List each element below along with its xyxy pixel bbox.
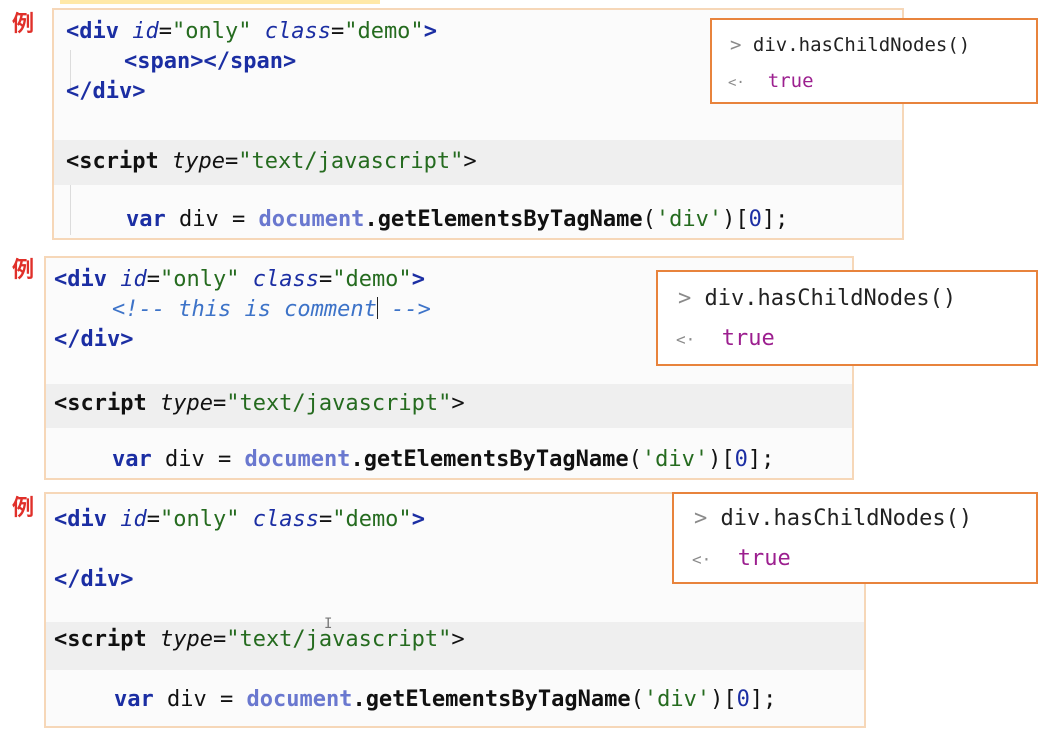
console-command: div.hasChildNodes() <box>720 506 973 531</box>
code-line-div-close: </div> <box>54 327 134 352</box>
console-input-prompt: > <box>730 34 742 56</box>
code-line-js: var div = document.getElementsByTagName(… <box>126 207 789 232</box>
console-command: div.hasChildNodes() <box>704 286 957 311</box>
code-line-script: <script type="text/javascript"> <box>66 149 477 174</box>
code-line-div-open: <div id="only" class="demo"> <box>54 507 425 532</box>
console-input-row: > div.hasChildNodes() <box>694 506 972 531</box>
console-output-prompt: <· <box>676 330 696 349</box>
text-cursor-icon: I <box>324 616 333 632</box>
console-command: div.hasChildNodes() <box>752 34 971 56</box>
console-box-3: > div.hasChildNodes() <· true <box>672 492 1038 584</box>
console-output-prompt: <· <box>692 550 712 569</box>
console-box-2: > div.hasChildNodes() <· true <box>656 270 1038 366</box>
code-line-js: var div = document.getElementsByTagName(… <box>114 687 777 712</box>
console-output-row: <· true <box>676 326 775 351</box>
console-input-prompt: > <box>694 506 708 531</box>
code-line-script: <script type="text/javascript"> <box>54 391 465 416</box>
indent-guide <box>70 185 71 235</box>
console-result: true <box>721 326 775 351</box>
console-output-row: <· true <box>692 546 791 571</box>
code-line-div-open: <div id="only" class="demo"> <box>54 267 425 292</box>
console-output-prompt: <· <box>728 75 745 91</box>
console-output-row: <· true <box>728 70 814 92</box>
example-marker-2: 例 <box>12 258 35 283</box>
code-line-div-close: </div> <box>54 567 134 592</box>
example-marker-1: 例 <box>12 12 35 37</box>
console-input-row: > div.hasChildNodes() <box>678 286 956 311</box>
code-line-script: <script type="text/javascript"> <box>54 627 465 652</box>
console-result: true <box>767 70 814 92</box>
console-input-row: > div.hasChildNodes() <box>730 34 970 56</box>
console-input-prompt: > <box>678 286 692 311</box>
console-result: true <box>737 546 791 571</box>
code-line-comment: <!-- this is comment --> <box>112 297 431 322</box>
console-box-1: > div.hasChildNodes() <· true <box>710 18 1038 104</box>
code-line-div-close: </div> <box>66 79 146 104</box>
example-marker-3: 例 <box>12 496 35 521</box>
code-line-js: var div = document.getElementsByTagName(… <box>112 447 775 472</box>
code-line-div-open: <div id="only" class="demo"> <box>66 19 437 44</box>
top-highlight-strip <box>60 0 380 4</box>
code-line-span: <span></span> <box>124 49 297 74</box>
